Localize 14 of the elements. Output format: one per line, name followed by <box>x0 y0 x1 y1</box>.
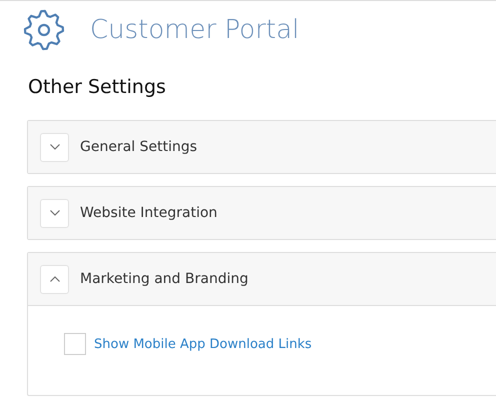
chevron-icon <box>50 144 60 150</box>
option-link[interactable]: Show Mobile App Download Links <box>94 336 312 352</box>
settings-icon <box>22 8 66 52</box>
section-heading: Other Settings <box>28 76 167 100</box>
page-title: Customer Portal <box>90 15 300 45</box>
chevron-icon <box>50 276 60 282</box>
panel-title: Marketing and Branding <box>80 271 248 287</box>
checkbox[interactable] <box>64 333 86 355</box>
panel-title: Website Integration <box>80 205 218 221</box>
expand-toggle[interactable] <box>40 198 69 228</box>
expand-toggle[interactable] <box>40 132 69 162</box>
chevron-icon <box>50 210 60 216</box>
expand-toggle[interactable] <box>40 264 69 294</box>
panel-title: General Settings <box>80 139 198 155</box>
